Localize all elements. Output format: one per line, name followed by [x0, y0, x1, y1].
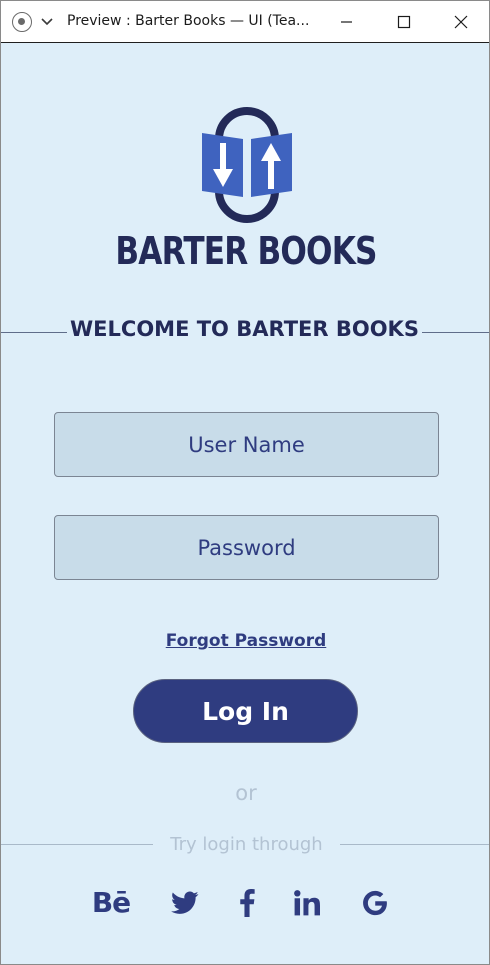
- record-icon[interactable]: [12, 12, 32, 32]
- maximize-icon[interactable]: [381, 7, 427, 37]
- password-input[interactable]: [54, 515, 439, 580]
- social-login-caption: Try login through: [170, 834, 323, 855]
- login-button-label: Log In: [202, 696, 289, 726]
- minimize-icon[interactable]: [323, 7, 369, 37]
- google-icon: [363, 890, 387, 916]
- divider-line: [1, 332, 67, 333]
- facebook-login-button[interactable]: [225, 883, 269, 923]
- close-icon[interactable]: [438, 7, 484, 37]
- twitter-icon: [171, 891, 199, 914]
- book-exchange-logo-icon: [202, 107, 292, 223]
- username-input[interactable]: [54, 412, 439, 477]
- divider-line: [340, 844, 489, 845]
- welcome-heading: WELCOME TO BARTER BOOKS: [70, 317, 419, 341]
- linkedin-icon: [294, 890, 320, 916]
- google-login-button[interactable]: [353, 883, 397, 923]
- forgot-password-link[interactable]: Forgot Password: [1, 631, 489, 651]
- window-title: Preview : Barter Books — UI (Tea...: [67, 13, 310, 29]
- chevron-down-icon[interactable]: [39, 11, 55, 31]
- behance-login-button[interactable]: Bē: [88, 883, 134, 923]
- twitter-login-button[interactable]: [163, 883, 207, 923]
- logo-wordmark: BARTER BOOKS: [115, 229, 377, 273]
- divider-line: [1, 844, 153, 845]
- login-button[interactable]: Log In: [133, 679, 358, 743]
- or-separator: or: [235, 781, 257, 805]
- linkedin-login-button[interactable]: [285, 883, 329, 923]
- divider-line: [422, 332, 489, 333]
- app-window: Preview : Barter Books — UI (Tea... BART…: [0, 0, 490, 965]
- behance-icon: Bē: [91, 886, 131, 919]
- title-bar: Preview : Barter Books — UI (Tea...: [1, 1, 489, 43]
- facebook-icon: [240, 889, 255, 917]
